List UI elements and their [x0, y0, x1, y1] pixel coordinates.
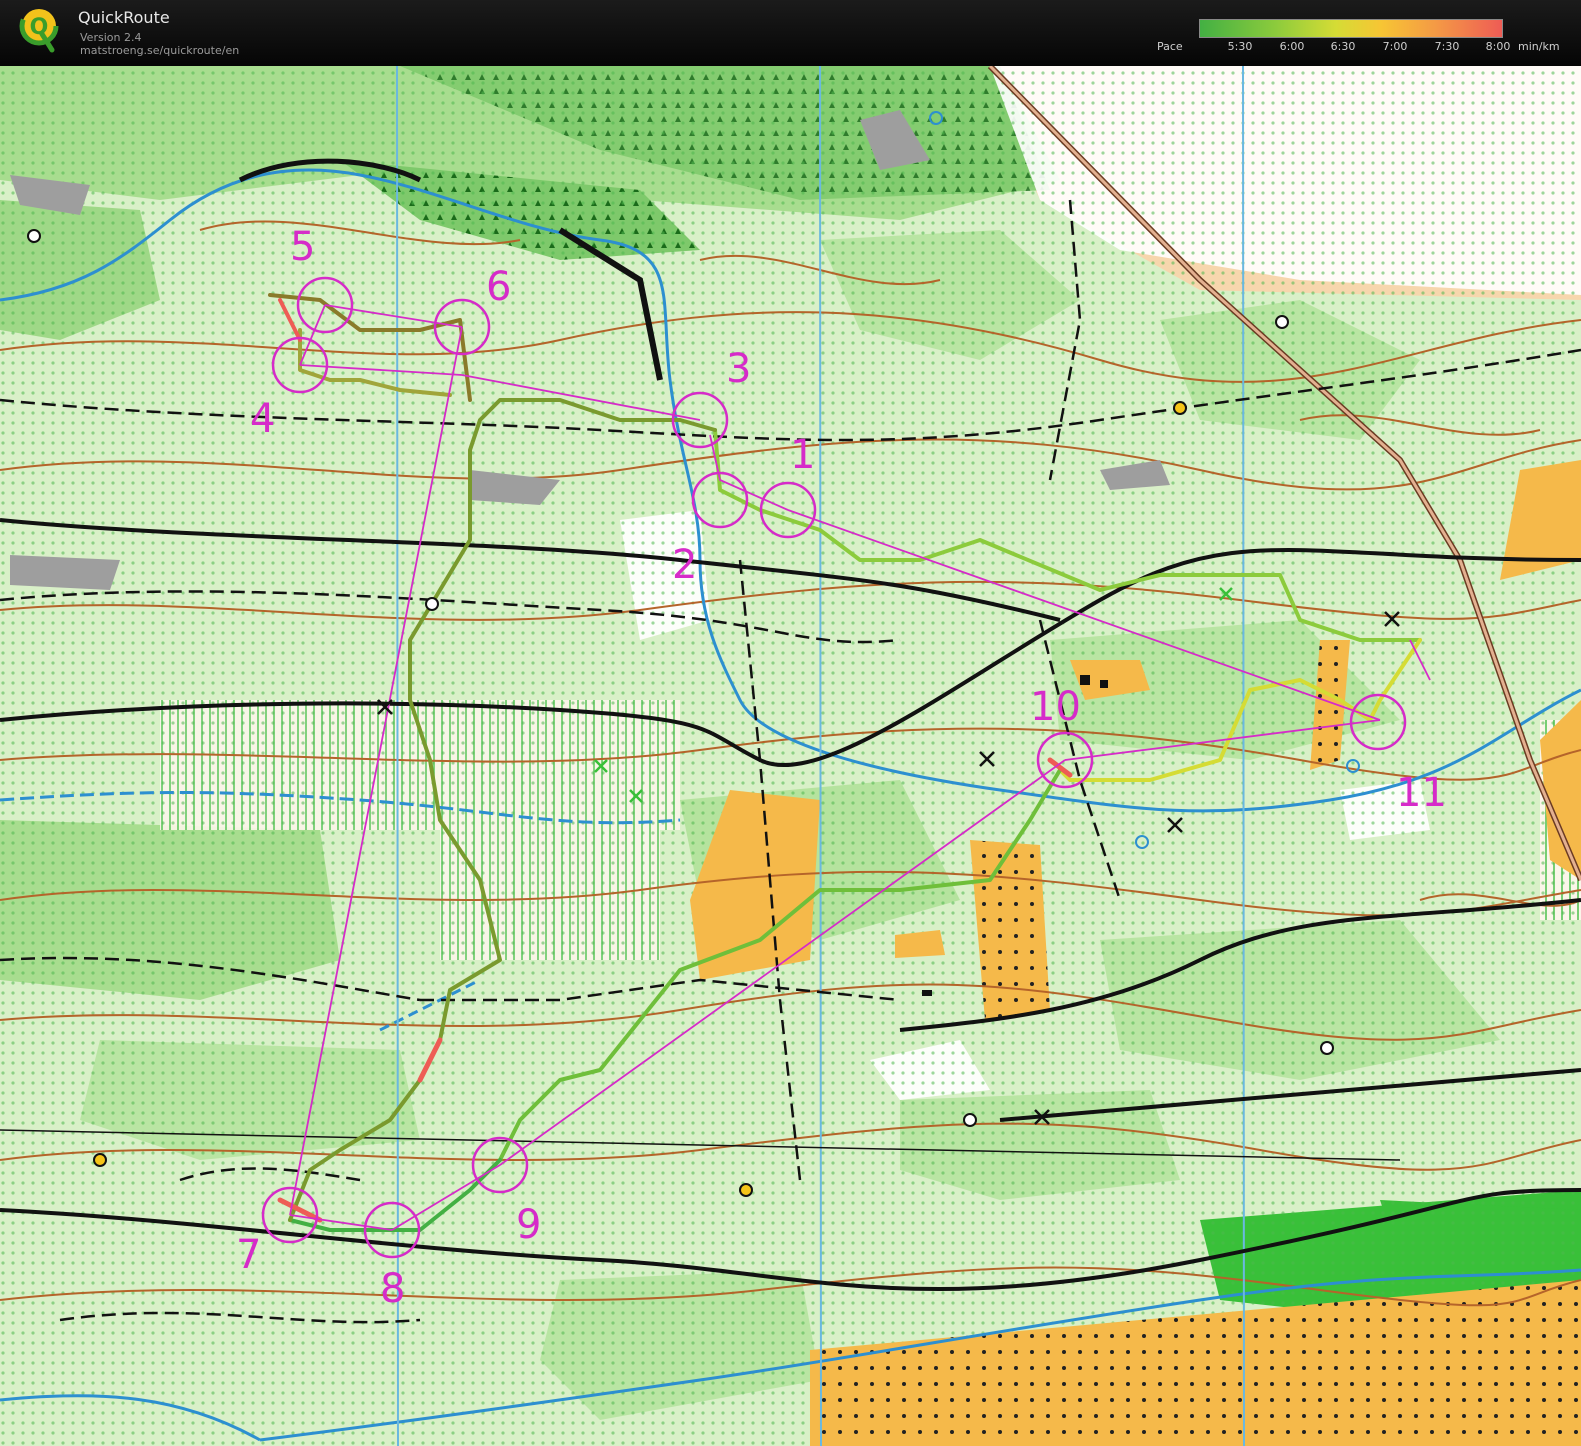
pace-tick: 7:00 — [1382, 40, 1408, 53]
control-number: 6 — [486, 264, 511, 310]
pace-color-scale — [1199, 19, 1503, 38]
control-number: 7 — [236, 1232, 261, 1278]
map-canvas[interactable]: 1 2 3 4 5 6 7 8 9 10 11 — [0, 66, 1581, 1446]
pace-tick: 8:00 — [1485, 40, 1511, 53]
control-number: 2 — [672, 542, 697, 588]
pace-legend-label: Pace — [1157, 40, 1183, 53]
control-number: 9 — [516, 1202, 541, 1248]
app-version: Version 2.4 — [80, 31, 142, 44]
pace-tick: 6:00 — [1279, 40, 1305, 53]
app-url: matstroeng.se/quickroute/en — [80, 44, 240, 57]
pace-tick: 7:30 — [1434, 40, 1460, 53]
app-title: QuickRoute — [78, 8, 170, 27]
pace-tick: 6:30 — [1330, 40, 1356, 53]
control-number: 10 — [1030, 684, 1081, 730]
control-number: 3 — [726, 346, 751, 392]
pace-unit: min/km — [1518, 40, 1560, 53]
orienteering-map[interactable]: 1 2 3 4 5 6 7 8 9 10 11 — [0, 66, 1581, 1446]
logo-letter: Q — [30, 15, 49, 40]
app-header: Q QuickRoute Version 2.4 matstroeng.se/q… — [0, 0, 1581, 66]
control-number: 4 — [250, 396, 275, 442]
control-number: 1 — [790, 432, 815, 478]
control-number: 11 — [1396, 770, 1447, 816]
control-number: 8 — [380, 1266, 405, 1312]
control-number: 5 — [290, 224, 315, 270]
pace-tick: 5:30 — [1227, 40, 1253, 53]
quickroute-logo: Q — [19, 6, 59, 53]
